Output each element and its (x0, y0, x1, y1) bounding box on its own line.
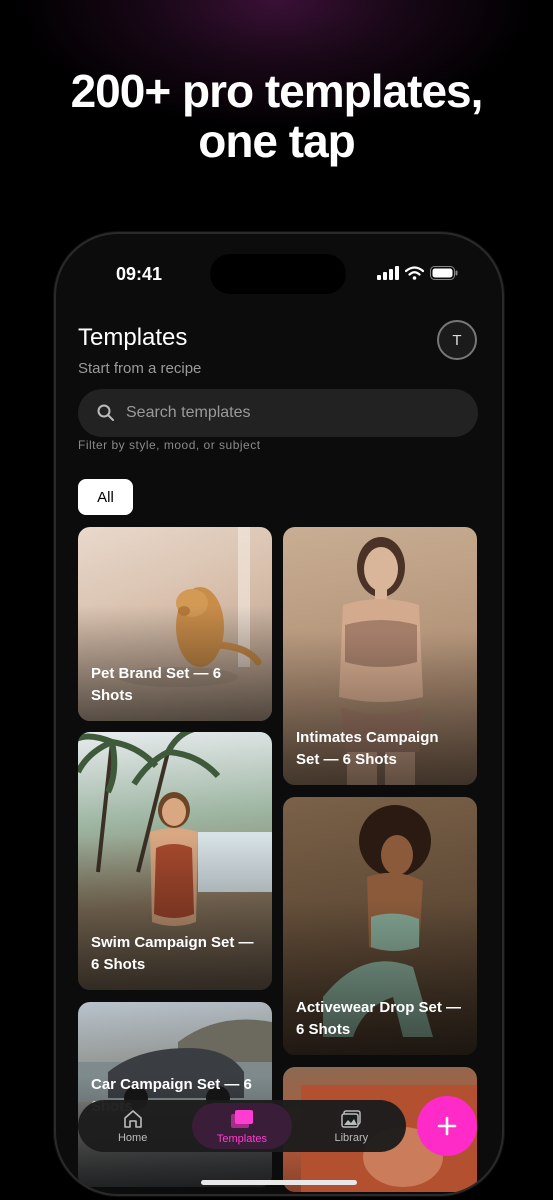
tab-templates[interactable]: Templates (191, 1103, 292, 1149)
tab-label: Library (334, 1131, 369, 1144)
template-card-car[interactable]: Car Campaign Set — 6 Shots (78, 1002, 272, 1187)
template-label: Intimates Campaign Set — 6 Shots (296, 729, 439, 768)
search-icon (97, 404, 114, 421)
search-bar[interactable] (78, 389, 478, 437)
template-card-pet-brand[interactable]: Pet Brand Set — 6 Shots (78, 527, 272, 721)
status-time: 09:41 (116, 264, 163, 284)
status-bar: 09:41 (56, 234, 502, 314)
phone-frame: 09:41 Templates Start from a recipe T Se… (54, 232, 504, 1196)
tab-library[interactable]: Library (301, 1103, 401, 1149)
promo-headline: 200+ pro templates, one tap (0, 66, 553, 166)
template-card-intimates[interactable]: Intimates Campaign Set — 6 Shots (283, 527, 477, 785)
wifi-icon (405, 266, 424, 280)
page-title: Templates (78, 324, 188, 351)
create-fab-button[interactable] (417, 1096, 477, 1156)
battery-icon (430, 266, 458, 280)
dynamic-island (210, 254, 346, 294)
tab-label: Home (117, 1131, 148, 1144)
templates-stack-icon (230, 1109, 253, 1128)
template-label: Activewear Drop Set — 6 Shots (296, 999, 462, 1038)
avatar[interactable]: T (437, 320, 477, 360)
tab-home[interactable]: Home (83, 1103, 183, 1149)
headline-line-2: one tap (198, 115, 356, 167)
filter-chip-all[interactable]: All (78, 479, 133, 515)
template-label: Pet Brand Set — 6 Shots (91, 665, 222, 704)
house-icon (123, 1109, 142, 1128)
template-card-swim[interactable]: Swim Campaign Set — 6 Shots (78, 732, 272, 990)
search-input[interactable] (124, 403, 448, 423)
image-library-icon (341, 1109, 362, 1128)
template-label: Swim Campaign Set — 6 Shots (91, 934, 254, 973)
home-indicator (201, 1180, 357, 1185)
tab-bar: Home Templates Library (78, 1100, 406, 1152)
headline-line-1: 200+ pro templates, (70, 65, 484, 117)
avatar-initial: T (452, 331, 462, 349)
plus-icon (437, 1116, 457, 1136)
search-hint: Filter by style, mood, or subject (78, 438, 261, 452)
cellular-signal-icon (377, 266, 399, 280)
tab-label: Templates (216, 1132, 268, 1145)
page-subtitle: Start from a recipe (78, 360, 202, 377)
template-card-activewear[interactable]: Activewear Drop Set — 6 Shots (283, 797, 477, 1055)
status-icons (377, 266, 458, 280)
